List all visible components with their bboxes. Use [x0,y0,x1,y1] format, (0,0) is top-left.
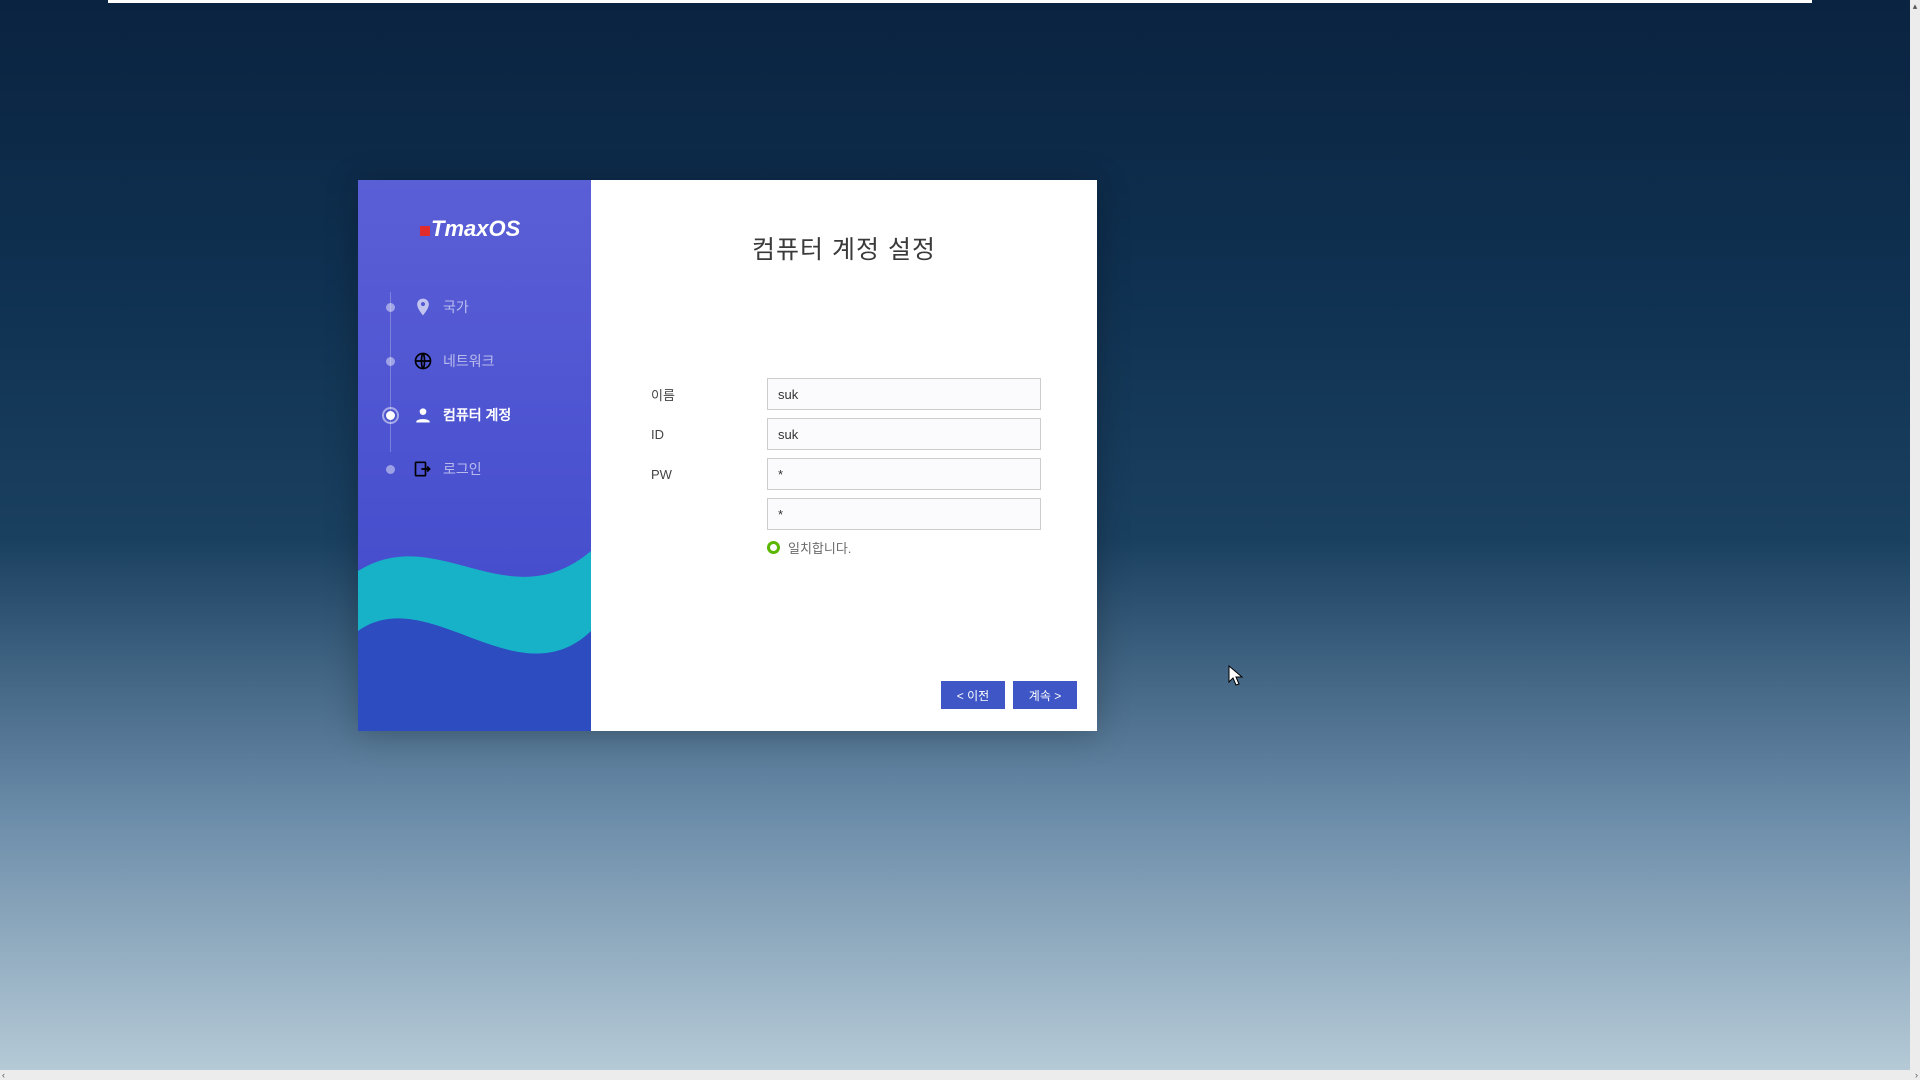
sidebar-step-country[interactable]: 국가 [386,280,586,334]
row-id: ID [651,416,1041,452]
account-form: 이름 ID PW . 일치합니다. [651,376,1041,557]
row-name: 이름 [651,376,1041,412]
pw-match-status: 일치합니다. [767,538,1041,557]
name-label: 이름 [651,385,767,404]
check-ok-icon [767,541,780,554]
pw-label: PW [651,467,767,482]
logo-red-square-icon [420,226,430,236]
login-icon [413,459,433,479]
sidebar: TmaxOS 국가 네트워크 [358,180,591,731]
page-title: 컴퓨터 계정 설정 [591,230,1097,266]
step-label: 국가 [443,297,469,317]
vertical-scrollbar[interactable]: ▴ [1910,0,1920,1070]
sidebar-steps: 국가 네트워크 컴퓨터 계정 [386,280,586,496]
wizard-nav: < 이전 계속 > [941,681,1077,709]
brand-logo: TmaxOS [420,216,520,242]
step-label: 네트워크 [443,351,495,371]
scroll-left-arrow-icon[interactable]: ‹ [2,1070,5,1080]
row-pw: PW [651,456,1041,492]
person-icon [413,405,433,425]
brand-name: TmaxOS [431,216,520,242]
scroll-up-arrow-icon[interactable]: ▴ [1913,0,1918,12]
step-label: 컴퓨터 계정 [443,405,511,425]
mouse-cursor-icon [1228,665,1244,689]
row-pw-confirm: . [651,496,1041,532]
name-input[interactable] [767,378,1041,410]
map-pin-icon [413,297,433,317]
sidebar-step-account[interactable]: 컴퓨터 계정 [386,388,586,442]
globe-icon [413,351,433,371]
sidebar-step-network[interactable]: 네트워크 [386,334,586,388]
id-input[interactable] [767,418,1041,450]
id-label: ID [651,427,767,442]
status-text: 일치합니다. [788,538,851,557]
scroll-right-arrow-icon[interactable]: › [1915,1070,1918,1080]
step-dot [386,357,395,366]
step-dot [386,411,395,420]
prev-button[interactable]: < 이전 [941,681,1005,709]
horizontal-scrollbar[interactable]: ‹ › [0,1070,1920,1080]
sidebar-step-login[interactable]: 로그인 [386,442,586,496]
top-white-strip [108,0,1812,3]
step-dot [386,303,395,312]
main-panel: 컴퓨터 계정 설정 이름 ID PW . 일치합니다. [591,180,1097,731]
sidebar-waves-deco [358,511,591,731]
step-dot [386,465,395,474]
step-label: 로그인 [443,459,482,479]
pw-input[interactable] [767,458,1041,490]
pw-confirm-input[interactable] [767,498,1041,530]
installer-window: TmaxOS 국가 네트워크 [358,180,1097,731]
next-button[interactable]: 계속 > [1013,681,1077,709]
